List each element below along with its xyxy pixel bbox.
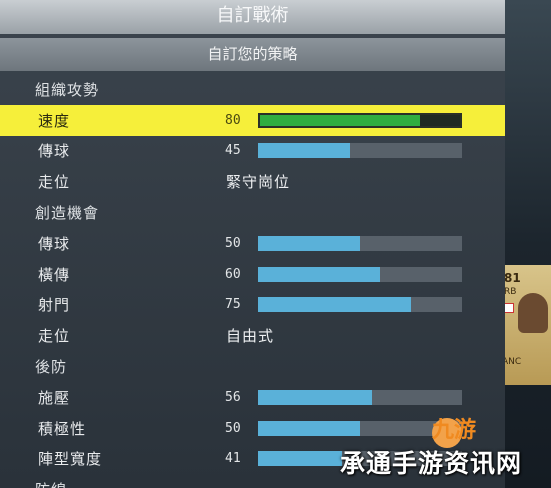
setting-value: 75: [225, 297, 241, 313]
page-title: 自訂戰術: [0, 0, 505, 34]
setting-value: 50: [225, 420, 241, 436]
section-label: 創造機會: [35, 204, 100, 223]
setting-label: 積極性: [38, 419, 87, 438]
option-row[interactable]: 走位 緊守崗位: [0, 166, 505, 197]
slider-fill: [258, 451, 342, 467]
setting-label: 施壓: [38, 388, 71, 407]
section-header: 組織攻勢: [0, 74, 505, 105]
setting-value: 41: [225, 451, 241, 467]
slider-fill: [258, 297, 411, 313]
slider-row[interactable]: 傳球 50: [0, 228, 505, 259]
setting-label: 速度: [38, 111, 71, 130]
slider-row[interactable]: 橫傳 60: [0, 259, 505, 290]
setting-label: 傳球: [38, 142, 71, 161]
setting-label: 走位: [38, 173, 71, 192]
section-header: 後防: [0, 351, 505, 382]
player-avatar: [518, 293, 548, 333]
slider-row[interactable]: 速度 80: [0, 104, 505, 136]
slider-track[interactable]: [258, 297, 462, 313]
player-rating: 81: [504, 271, 521, 285]
slider-track[interactable]: [258, 112, 462, 128]
page-subtitle: 自訂您的策略: [0, 38, 505, 71]
setting-value: 80: [225, 112, 241, 128]
watermark: 承通手游资讯网: [340, 449, 523, 478]
section-label: 後防: [35, 358, 68, 377]
setting-value: 50: [225, 235, 241, 251]
slider-fill: [258, 266, 381, 282]
slider-fill: [258, 389, 373, 405]
slider-row[interactable]: 積極性 50: [0, 413, 505, 444]
setting-label: 傳球: [38, 234, 71, 253]
player-card: 81 RB ANC: [498, 265, 551, 385]
option-row[interactable]: 走位 自由式: [0, 320, 505, 351]
setting-label: 射門: [38, 296, 71, 315]
setting-value: 56: [225, 389, 241, 405]
setting-value: 60: [225, 266, 241, 282]
slider-fill: [258, 143, 350, 159]
slider-fill: [258, 420, 360, 436]
section-label: 防線: [35, 479, 67, 488]
setting-label: 陣型寬度: [38, 450, 103, 469]
slider-row[interactable]: 傳球 45: [0, 136, 505, 167]
setting-label: 橫傳: [38, 265, 71, 284]
option-value: 自由式: [226, 327, 275, 346]
slider-fill: [258, 235, 360, 251]
slider-track[interactable]: [258, 143, 462, 159]
slider-track[interactable]: [258, 266, 462, 282]
flag-icon: [504, 303, 514, 313]
tactics-list: 組織攻勢 速度 80 傳球 45 走位 緊守崗位 創造機會 傳球 50 橫傳 60 射門 75 走位 自由式後…: [0, 74, 505, 488]
slider-track[interactable]: [258, 389, 462, 405]
player-position: RB: [504, 287, 517, 297]
slider-row[interactable]: 射門 75: [0, 290, 505, 321]
setting-value: 45: [225, 143, 241, 159]
section-label: 組織攻勢: [35, 80, 100, 99]
section-header: 創造機會: [0, 197, 505, 228]
option-value: 緊守崗位: [226, 173, 291, 192]
slider-fill: [260, 114, 420, 126]
slider-track[interactable]: [258, 235, 462, 251]
setting-label: 走位: [38, 327, 71, 346]
tactics-panel: 自訂戰術 自訂您的策略 組織攻勢 速度 80 傳球 45 走位 緊守崗位 創造機會 傳球 50 橫傳…: [0, 0, 505, 488]
slider-row[interactable]: 施壓 56: [0, 382, 505, 413]
